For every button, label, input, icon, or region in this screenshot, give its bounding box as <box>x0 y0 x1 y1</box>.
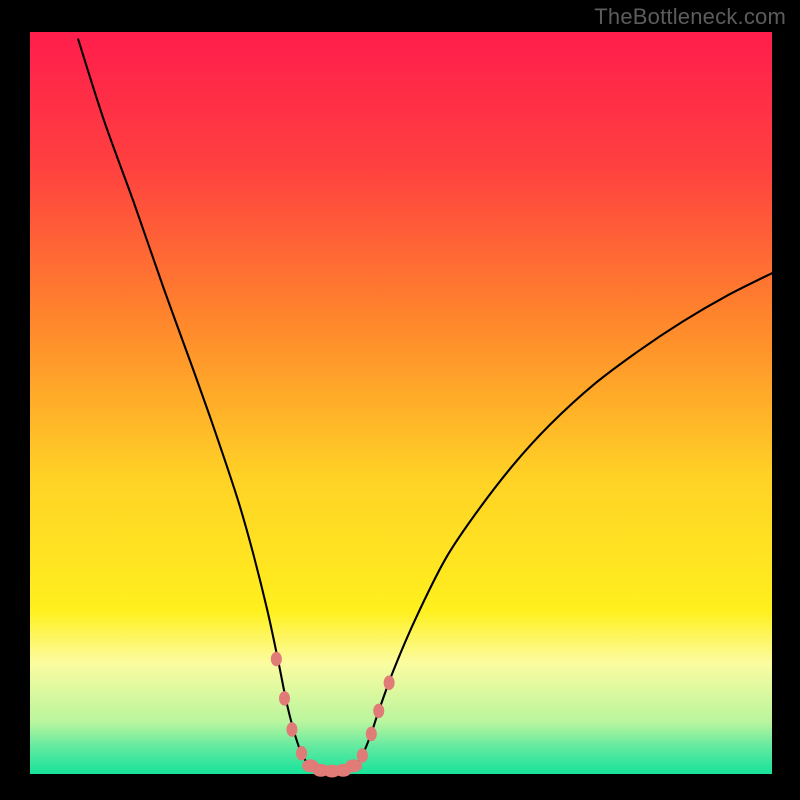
red-marker <box>357 748 368 763</box>
red-marker <box>373 704 384 719</box>
red-marker <box>279 691 290 706</box>
red-marker <box>271 652 282 667</box>
red-marker <box>384 675 395 690</box>
red-marker <box>366 727 377 742</box>
red-marker <box>296 746 307 761</box>
gradient-background <box>30 32 772 774</box>
chart-svg <box>0 0 800 800</box>
watermark-text: TheBottleneck.com <box>594 4 786 30</box>
red-marker <box>286 722 297 737</box>
chart-root: TheBottleneck.com <box>0 0 800 800</box>
